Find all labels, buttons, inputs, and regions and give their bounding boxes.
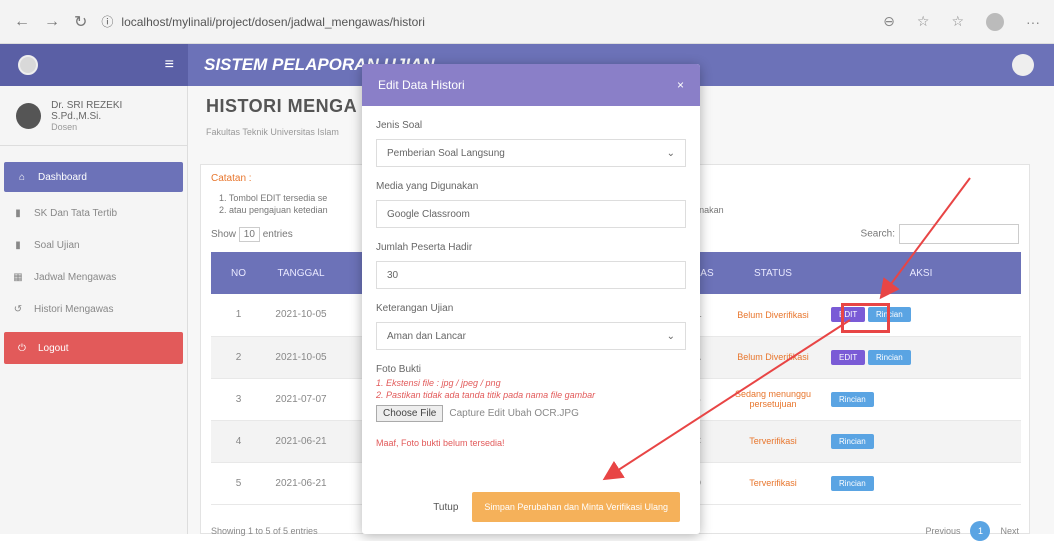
jenis-soal-select[interactable]: Pemberian Soal Langsung ⌄ [376, 139, 686, 167]
info-icon: ⓘ [101, 15, 114, 29]
back-arrow-icon[interactable]: ← [14, 13, 30, 31]
favorite-icon[interactable]: ☆ [917, 13, 930, 30]
choose-file-button[interactable]: Choose File [376, 405, 444, 422]
cell-status: Terverifikasi [725, 462, 821, 505]
entries-selector[interactable]: Show 10 entries [211, 226, 293, 242]
address-bar[interactable]: ⓘ localhost/mylinali/project/dosen/jadwa… [101, 8, 869, 36]
file-icon: ▮ [15, 207, 21, 219]
file-name: Capture Edit Ubah OCR.JPG [449, 408, 579, 419]
cell-date: 2021-06-21 [266, 462, 336, 505]
jumlah-input[interactable]: 30 [376, 261, 686, 289]
detail-button[interactable]: Rincian [831, 433, 874, 449]
cell-date: 2021-07-07 [266, 378, 336, 421]
cell-aksi: Rincian [821, 420, 1021, 463]
prev-page-button[interactable]: Previous [925, 526, 960, 536]
search-input[interactable] [899, 224, 1019, 244]
sidebar-item-histori-mengawas[interactable]: ↺ Histori Mengawas [0, 294, 187, 324]
sidebar-item-jadwal-mengawas[interactable]: ▦ Jadwal Mengawas [0, 262, 187, 292]
keterangan-select[interactable]: Aman dan Lancar ⌄ [376, 322, 686, 350]
next-page-button[interactable]: Next [1000, 526, 1019, 536]
detail-button[interactable]: Rincian [868, 349, 911, 365]
browser-toolbar: ← → ↻ ⓘ localhost/mylinali/project/dosen… [0, 0, 1054, 44]
highlight-box [841, 303, 890, 333]
more-icon[interactable]: ··· [1026, 14, 1040, 30]
sidebar-item-dashboard[interactable]: ⌂ Dashboard [4, 162, 183, 192]
cell-aksi: Rincian [821, 462, 1021, 505]
edit-button[interactable]: EDIT [831, 349, 866, 365]
cell-status: Belum Diverifikasi [725, 336, 821, 379]
modal-header: Edit Data Histori × [362, 64, 700, 106]
cell-no: 2 [211, 336, 266, 379]
cell-status: Terverifikasi [725, 420, 821, 463]
jumlah-label: Jumlah Peserta Hadir [376, 242, 473, 253]
foto-label: Foto Bukti [376, 364, 422, 375]
cell-date: 2021-10-05 [266, 336, 336, 379]
refresh-icon[interactable]: ↻ [74, 12, 87, 32]
detail-button[interactable]: Rincian [831, 475, 874, 491]
modal-close-icon[interactable]: × [677, 78, 684, 92]
avatar [16, 102, 42, 129]
col-tanggal[interactable]: TANGGAL [266, 252, 336, 294]
calendar-icon: ▦ [13, 271, 23, 283]
foto-hint-1: 1. Ekstensi file : jpg / jpeg / png [376, 378, 501, 388]
save-request-verification-button[interactable]: Simpan Perubahan dan Minta Verifikasi Ul… [472, 492, 680, 522]
file-picker[interactable]: Choose File Capture Edit Ubah OCR.JPG [376, 405, 686, 422]
edit-history-modal: Edit Data Histori × Jenis Soal Pemberian… [362, 64, 700, 534]
sidebar-item-soal-ujian[interactable]: ▮ Soal Ujian [0, 230, 187, 260]
jenis-soal-label: Jenis Soal [376, 120, 423, 131]
collections-icon[interactable]: ☆ [951, 13, 964, 30]
cell-no: 1 [211, 294, 266, 337]
user-role: Dosen [51, 121, 78, 132]
col-status[interactable]: STATUS [725, 252, 821, 294]
file-icon: ▮ [15, 239, 21, 251]
table-search[interactable]: Search: [861, 224, 1019, 244]
foto-hint-2: 2. Pastikan tidak ada tanda titik pada n… [376, 390, 596, 400]
cell-no: 4 [211, 420, 266, 463]
power-icon: ⏻ [18, 342, 26, 354]
modal-title: Edit Data Histori [378, 78, 465, 92]
university-logo [18, 55, 38, 75]
cell-aksi: Rincian [821, 378, 1021, 421]
cell-date: 2021-10-05 [266, 294, 336, 337]
chevron-down-icon: ⌄ [666, 330, 675, 342]
sidebar: Dr. SRI REZEKI S.Pd.,M.Si. Dosen ⌂ Dashbo… [0, 86, 188, 534]
cell-aksi: EDIT Rincian [821, 336, 1021, 379]
hamburger-menu-icon[interactable]: ≡ [165, 56, 174, 74]
forward-arrow-icon[interactable]: → [44, 13, 60, 31]
sidebar-item-sk-tata-tertib[interactable]: ▮ SK Dan Tata Tertib [0, 198, 187, 228]
media-input[interactable]: Google Classroom [376, 200, 686, 228]
media-label: Media yang Digunakan [376, 181, 479, 192]
col-no[interactable]: NO [211, 252, 266, 294]
logout-button[interactable]: ⏻ Logout [4, 332, 183, 364]
profile-avatar[interactable] [986, 12, 1004, 31]
cell-status: Sedang menunggu persetujuan [725, 378, 821, 421]
col-aksi: AKSI [821, 252, 1021, 294]
chevron-down-icon: ⌄ [666, 147, 675, 159]
cell-status: Belum Diverifikasi [725, 294, 821, 337]
zoom-icon[interactable]: ⊖ [883, 13, 895, 30]
user-name: Dr. SRI REZEKI S.Pd.,M.Si. [51, 99, 123, 122]
photo-error: Maaf, Foto bukti belum tersedia! [376, 438, 505, 448]
history-icon: ↺ [13, 303, 23, 315]
detail-button[interactable]: Rincian [831, 391, 874, 407]
table-info: Showing 1 to 5 of 5 entries [211, 525, 318, 536]
keterangan-label: Keterangan Ujian [376, 303, 454, 314]
user-menu-icon[interactable] [1012, 54, 1034, 76]
cell-no: 5 [211, 462, 266, 505]
user-profile: Dr. SRI REZEKI S.Pd.,M.Si. Dosen [0, 86, 187, 146]
cell-date: 2021-06-21 [266, 420, 336, 463]
page-1-button[interactable]: 1 [970, 520, 991, 541]
cell-no: 3 [211, 378, 266, 421]
home-icon: ⌂ [18, 171, 26, 183]
brand-area: ≡ [0, 44, 188, 86]
url-text: localhost/mylinali/project/dosen/jadwal_… [121, 14, 425, 29]
close-button[interactable]: Tutup [433, 502, 458, 513]
